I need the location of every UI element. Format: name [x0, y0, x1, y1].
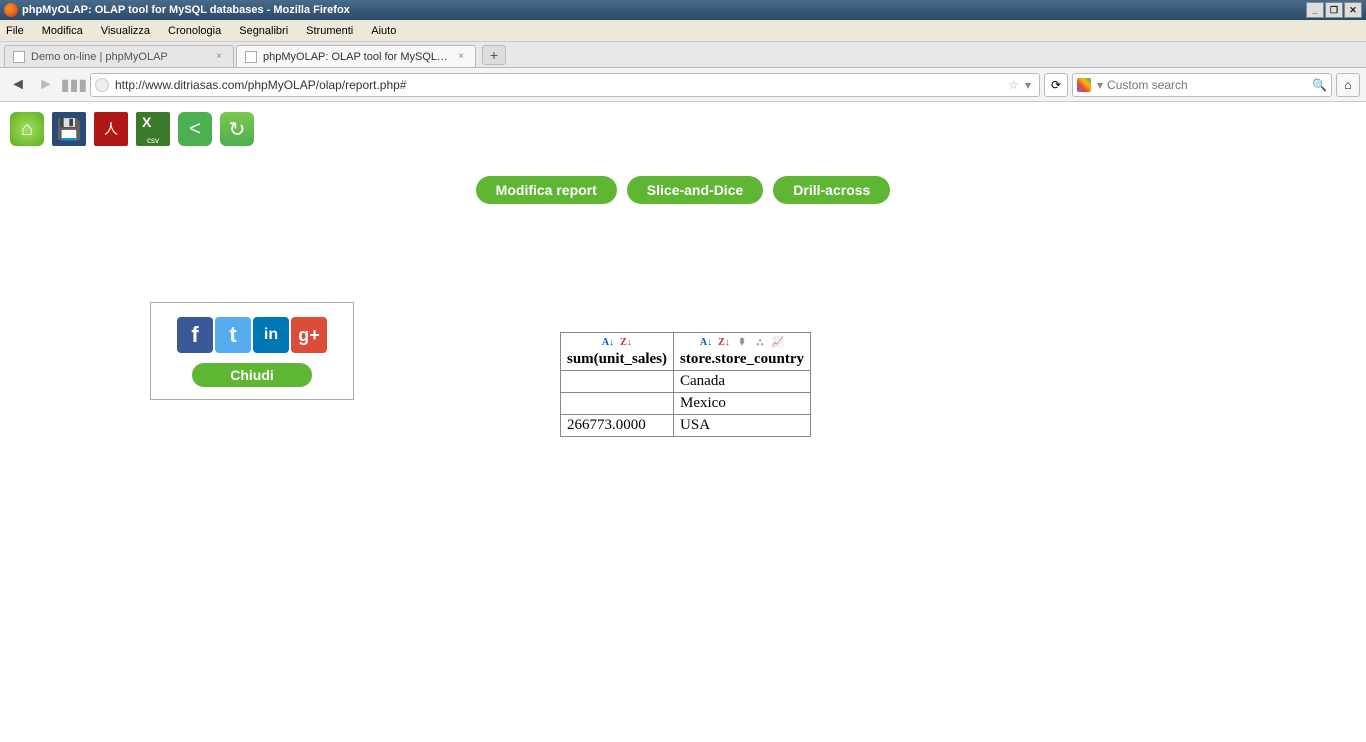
sort-desc-icon[interactable]: Z↓ [619, 335, 633, 349]
menu-strumenti[interactable]: Strumenti [306, 25, 353, 37]
sort-asc-icon[interactable]: A↓ [699, 335, 713, 349]
drill-across-button[interactable]: Drill-across [773, 176, 890, 204]
close-panel-button[interactable]: Chiudi [192, 363, 312, 387]
activity-icon: ▮▮▮ [62, 73, 86, 97]
app-toolbar: ⌂ 💾 人 < ↻ [0, 102, 1366, 156]
tab-phpmyolap[interactable]: phpMyOLAP: OLAP tool for MySQL datab... … [236, 45, 476, 67]
twitter-icon[interactable]: t [215, 317, 251, 353]
value-cell: 266773.0000 [561, 415, 674, 437]
dimension-header-cell: A↓ Z↓ ⇞ ⛬ 📈 store.store_country [674, 333, 811, 371]
url-dropdown-icon[interactable]: ▾ [1025, 78, 1031, 92]
pdf-icon[interactable]: 人 [94, 112, 128, 146]
new-tab-button[interactable]: + [482, 45, 506, 65]
menu-segnalibri[interactable]: Segnalibri [239, 25, 288, 37]
tab-strip: Demo on-line | phpMyOLAP × phpMyOLAP: OL… [0, 42, 1366, 68]
facebook-icon[interactable]: f [177, 317, 213, 353]
home-button[interactable]: ⌂ [1336, 73, 1360, 97]
url-input[interactable] [115, 78, 1002, 92]
site-identity-icon[interactable] [95, 78, 109, 92]
country-cell[interactable]: Canada [674, 371, 811, 393]
window-titlebar: phpMyOLAP: OLAP tool for MySQL databases… [0, 0, 1366, 20]
home-icon[interactable]: ⌂ [10, 112, 44, 146]
google-icon [1077, 78, 1091, 92]
save-icon[interactable]: 💾 [52, 112, 86, 146]
drill-up-icon[interactable]: ⇞ [735, 335, 749, 349]
window-title: phpMyOLAP: OLAP tool for MySQL databases… [22, 4, 350, 16]
menu-modifica[interactable]: Modifica [42, 25, 83, 37]
reload-button[interactable]: ⟳ [1044, 73, 1068, 97]
value-cell [561, 393, 674, 415]
menu-aiuto[interactable]: Aiuto [371, 25, 396, 37]
chart-icon[interactable]: 📈 [771, 335, 785, 349]
dimension-header-label: store.store_country [680, 351, 804, 367]
tab-close-icon[interactable]: × [213, 51, 225, 63]
country-cell[interactable]: Mexico [674, 393, 811, 415]
maximize-button[interactable]: ❐ [1325, 2, 1343, 18]
menu-visualizza[interactable]: Visualizza [101, 25, 150, 37]
search-input[interactable] [1107, 78, 1312, 92]
slice-dice-button[interactable]: Slice-and-Dice [627, 176, 763, 204]
olap-result-table: A↓ Z↓ sum(unit_sales) A↓ Z↓ ⇞ ⛬ 📈 store.… [560, 332, 811, 437]
share-icon[interactable]: < [178, 112, 212, 146]
measure-header-label: sum(unit_sales) [567, 351, 667, 367]
tab-label: Demo on-line | phpMyOLAP [31, 51, 207, 63]
sort-asc-icon[interactable]: A↓ [601, 335, 615, 349]
refresh-icon[interactable]: ↻ [220, 112, 254, 146]
back-button[interactable]: ◄ [6, 73, 30, 97]
page-icon [13, 51, 25, 63]
search-bar[interactable]: ▾ 🔍 [1072, 73, 1332, 97]
hierarchy-icon[interactable]: ⛬ [753, 335, 767, 349]
action-buttons-row: Modifica report Slice-and-Dice Drill-acr… [0, 176, 1366, 204]
forward-button[interactable]: ► [34, 73, 58, 97]
search-icon[interactable]: 🔍 [1312, 78, 1327, 92]
social-row: f t in g+ [161, 317, 343, 353]
page-icon [245, 51, 257, 63]
bookmark-star-icon[interactable]: ☆ [1008, 78, 1019, 92]
value-cell [561, 371, 674, 393]
minimize-button[interactable]: _ [1306, 2, 1324, 18]
table-row: Mexico [561, 393, 811, 415]
country-cell[interactable]: USA [674, 415, 811, 437]
measure-header-cell: A↓ Z↓ sum(unit_sales) [561, 333, 674, 371]
tab-close-icon[interactable]: × [455, 51, 467, 63]
menu-cronologia[interactable]: Cronologia [168, 25, 221, 37]
social-share-panel: f t in g+ Chiudi [150, 302, 354, 400]
search-engine-dropdown-icon[interactable]: ▾ [1097, 78, 1103, 92]
page-content: ⌂ 💾 人 < ↻ Modifica report Slice-and-Dice… [0, 102, 1366, 204]
close-window-button[interactable]: ✕ [1344, 2, 1362, 18]
googleplus-icon[interactable]: g+ [291, 317, 327, 353]
csv-icon[interactable] [136, 112, 170, 146]
firefox-icon [4, 3, 18, 17]
linkedin-icon[interactable]: in [253, 317, 289, 353]
tab-label: phpMyOLAP: OLAP tool for MySQL datab... [263, 51, 449, 63]
table-row: 266773.0000 USA [561, 415, 811, 437]
table-row: Canada [561, 371, 811, 393]
modify-report-button[interactable]: Modifica report [476, 176, 617, 204]
sort-desc-icon[interactable]: Z↓ [717, 335, 731, 349]
menu-file[interactable]: File [6, 25, 24, 37]
tab-demo[interactable]: Demo on-line | phpMyOLAP × [4, 45, 234, 67]
menu-bar: File Modifica Visualizza Cronologia Segn… [0, 20, 1366, 42]
url-bar[interactable]: ☆ ▾ [90, 73, 1040, 97]
nav-bar: ◄ ► ▮▮▮ ☆ ▾ ⟳ ▾ 🔍 ⌂ [0, 68, 1366, 102]
